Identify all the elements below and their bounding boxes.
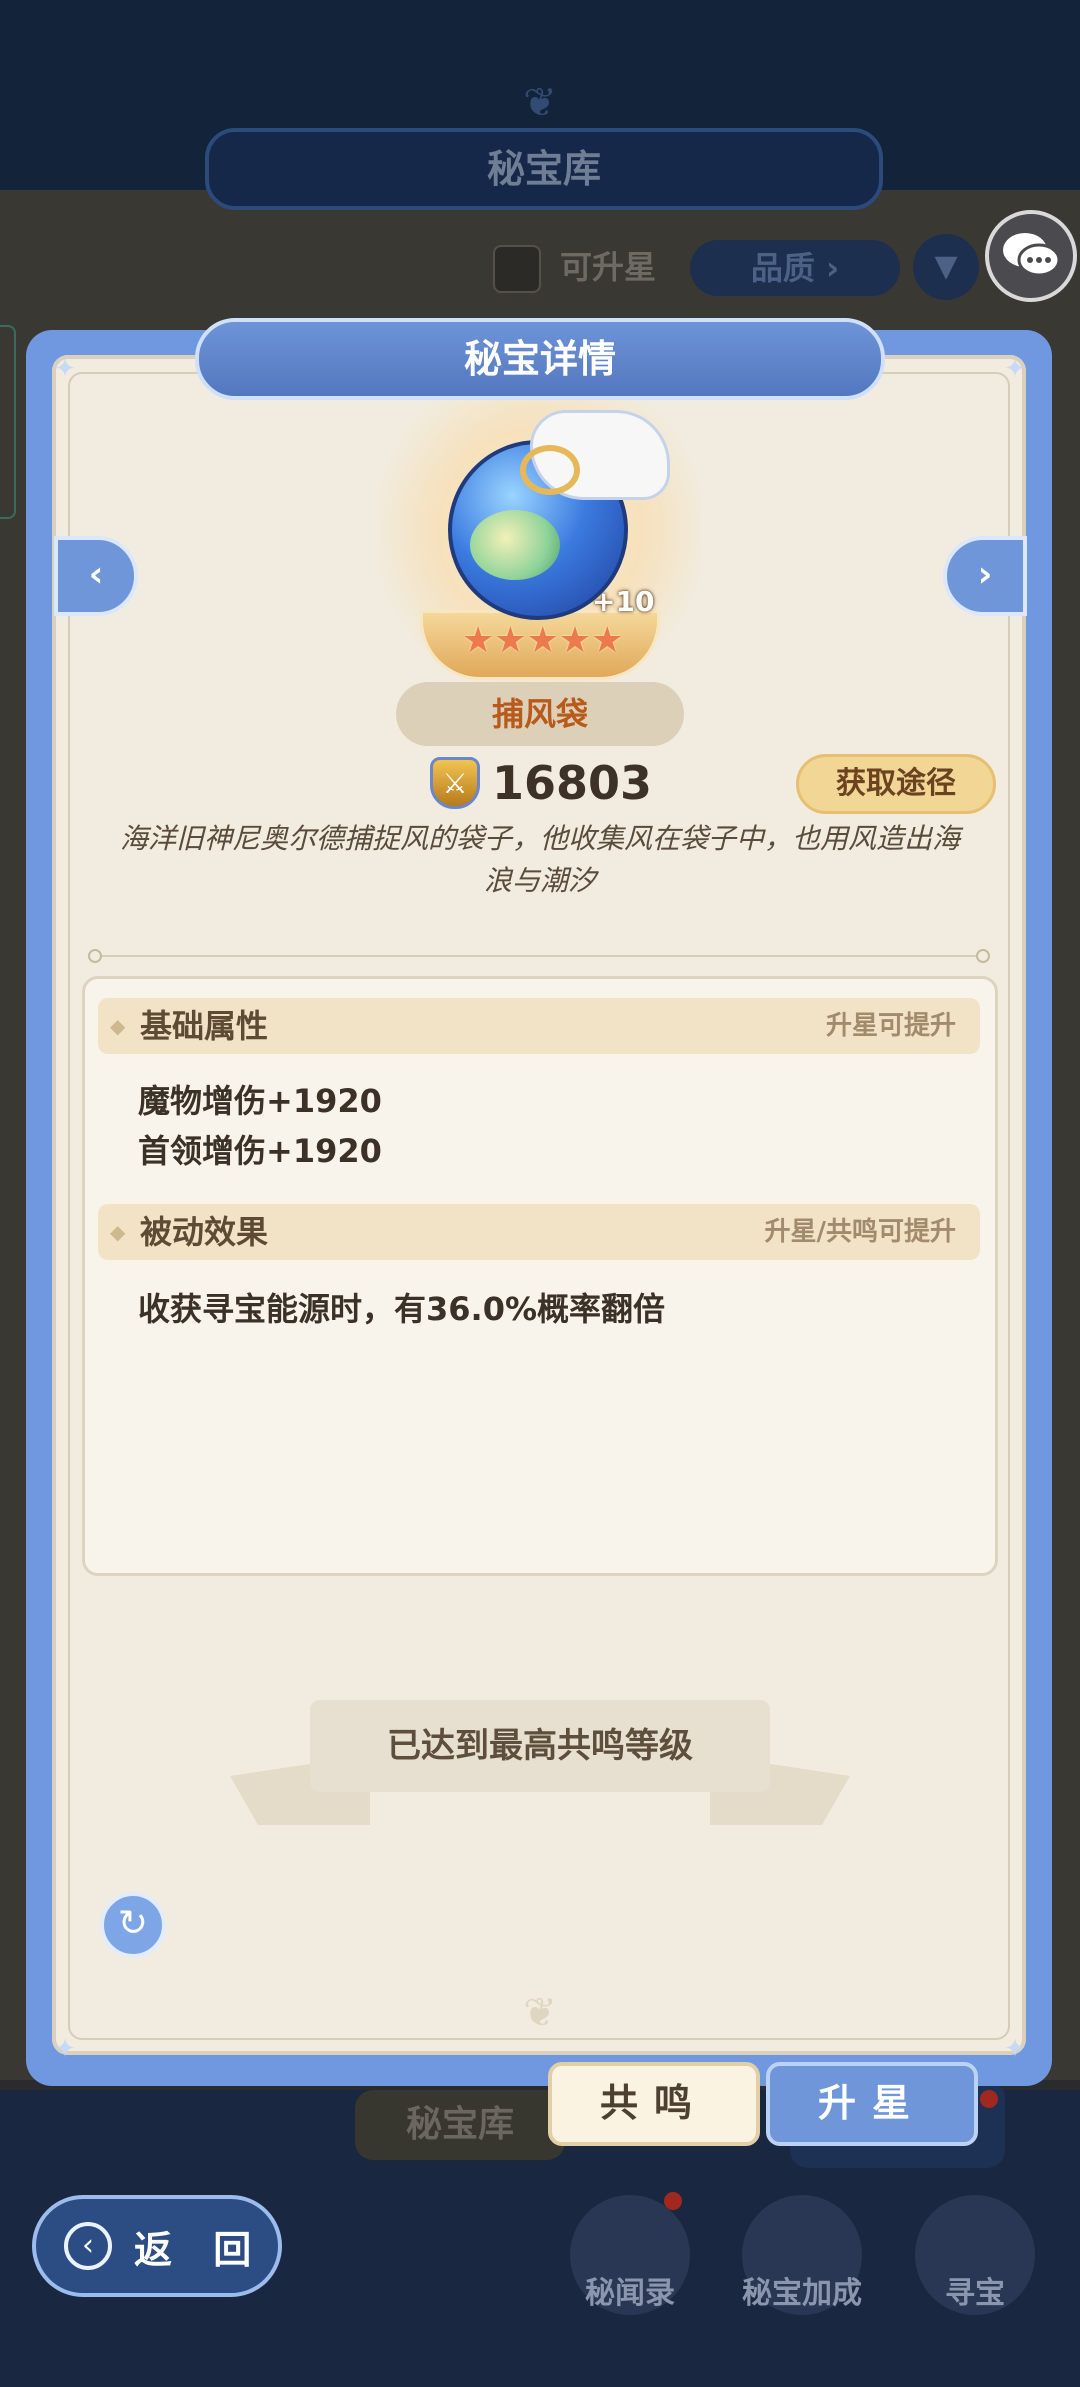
back-button[interactable]: ‹ 返 回 (32, 2195, 282, 2297)
refresh-icon[interactable]: ↻ (100, 1892, 166, 1958)
divider-dot (976, 949, 990, 963)
notification-dot (664, 2192, 682, 2210)
star-icon: ★ (558, 620, 592, 661)
background-window-title: 秘宝库 (205, 128, 883, 210)
shield-sword-icon: ⚔ (430, 757, 480, 809)
star-icon: ★ (494, 620, 527, 661)
star-icon: ★ (462, 620, 495, 661)
diamond-icon: ◆ (110, 1220, 126, 1244)
max-resonance-banner: 已达到最高共鸣等级 (310, 1700, 770, 1792)
tab-star-up[interactable]: 升星 (766, 2062, 978, 2146)
nav-treasure-hunt[interactable]: 寻宝 (885, 2268, 1065, 2312)
attribute-line: 魔物增伤+1920 (138, 1082, 382, 1120)
divider (92, 955, 988, 957)
quality-sort-button[interactable]: 品质 › (690, 240, 900, 296)
wind-swirl (470, 510, 560, 580)
chat-bubbles-icon (1003, 233, 1061, 277)
star-icon: ★ (526, 620, 559, 661)
chat-button[interactable] (985, 210, 1077, 302)
item-level: +10 (592, 585, 655, 618)
chevron-left-icon: ‹ (88, 554, 104, 595)
previous-item-button[interactable]: ‹ (54, 536, 138, 616)
ornament-icon: ❦ (523, 80, 557, 126)
obtain-source-button[interactable]: 获取途径 (796, 754, 996, 814)
power-display: ⚔ 16803 (430, 752, 652, 814)
dialog-title: 秘宝详情 (195, 318, 885, 400)
bag-ribbon (520, 445, 580, 495)
passive-effect-header: ◆ 被动效果 升星/共鸣可提升 (98, 1204, 980, 1260)
passive-effect-hint: 升星/共鸣可提升 (764, 1217, 957, 1247)
base-attributes-header: ◆ 基础属性 升星可提升 (98, 998, 980, 1054)
diamond-icon: ◆ (110, 1014, 126, 1038)
divider-dot (88, 949, 102, 963)
ornament-icon: ❦ (523, 1990, 557, 2036)
corner-ornament-icon: ✦ (1004, 354, 1026, 384)
nav-secret-records[interactable]: 秘闻录 (540, 2268, 720, 2312)
background-tab-vault: 秘宝库 (355, 2090, 565, 2160)
corner-ornament-icon: ✦ (1004, 2034, 1026, 2064)
back-button-label: 返 回 (134, 2227, 266, 2272)
back-arrow-icon: ‹ (64, 2222, 112, 2270)
star-icon: ★ (591, 620, 624, 661)
item-description: 海洋旧神尼奥尔德捕捉风的袋子，他收集风在袋子中，也用风造出海浪与潮汐 (119, 822, 960, 897)
filter-icon[interactable]: ▼ (913, 234, 979, 300)
base-attributes-hint: 升星可提升 (825, 1011, 956, 1041)
next-item-button[interactable]: › (943, 536, 1027, 616)
nav-treasure-bonus[interactable]: 秘宝加成 (712, 2268, 892, 2312)
notification-dot (980, 2090, 998, 2108)
passive-effect-line: 收获寻宝能源时，有36.0%概率翻倍 (138, 1290, 666, 1328)
attribute-line: 首领增伤+1920 (138, 1132, 382, 1170)
item-name: 捕风袋 (396, 682, 684, 746)
passive-effect-title: 被动效果 (140, 1213, 269, 1251)
corner-ornament-icon: ✦ (54, 2034, 76, 2064)
chevron-right-icon: › (977, 554, 993, 595)
can-star-up-checkbox[interactable] (493, 245, 541, 293)
corner-ornament-icon: ✦ (54, 354, 76, 384)
tab-resonance[interactable]: 共鸣 (548, 2062, 760, 2146)
background-card-edge (0, 325, 16, 519)
attributes-panel (82, 976, 998, 1576)
star-rating: ★ ★ ★ ★ ★ (462, 620, 624, 661)
quality-sort-label: 品质 (750, 249, 815, 287)
can-star-up-label: 可升星 (560, 248, 657, 286)
base-attributes-title: 基础属性 (140, 1007, 269, 1045)
power-value: 16803 (492, 756, 653, 810)
